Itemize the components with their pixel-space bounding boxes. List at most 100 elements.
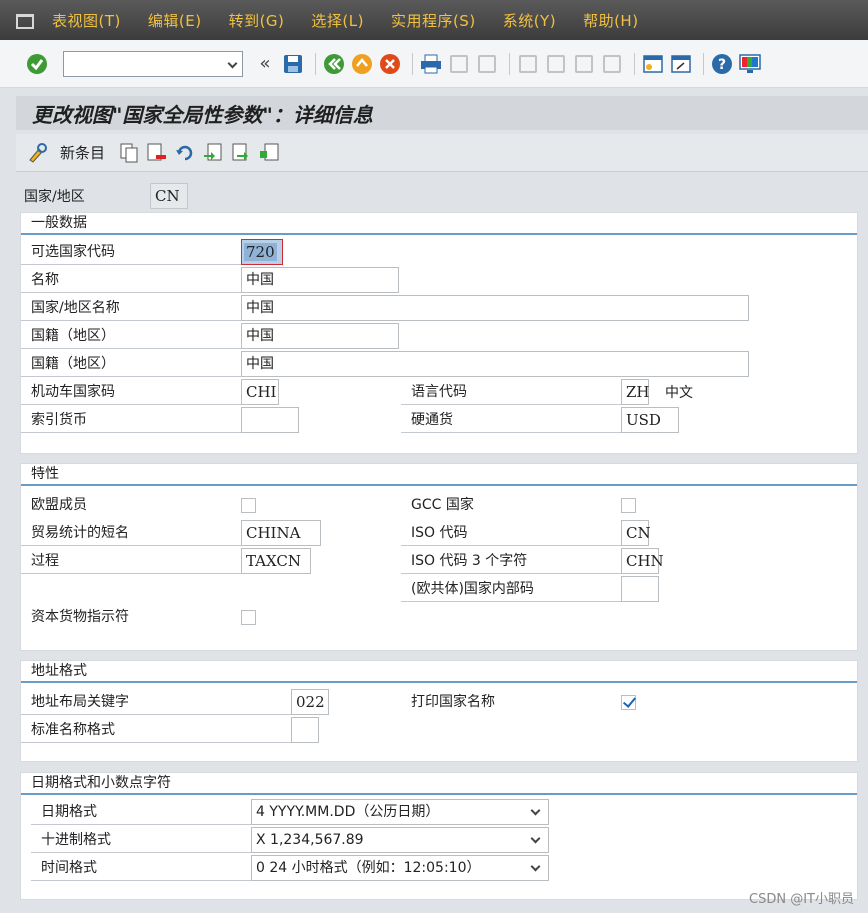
- chevron-down-icon: [530, 861, 541, 872]
- page-title: 更改视图"国家全局性参数"：详细信息: [32, 102, 373, 127]
- nationality-long-field[interactable]: 中国: [241, 351, 749, 377]
- collapse-icon[interactable]: «: [253, 52, 277, 76]
- toolbar-divider: [703, 52, 704, 75]
- print-country-label: 打印国家名称: [411, 694, 495, 710]
- toolbar-divider: [315, 52, 316, 75]
- country-key-row: 国家/地区 CN: [16, 183, 188, 209]
- gcc-row: GCC 国家: [401, 492, 636, 518]
- last-page-icon[interactable]: [600, 52, 624, 76]
- menu-utilities[interactable]: 实用程序(S): [391, 10, 476, 31]
- time-format-label: 时间格式: [31, 855, 251, 881]
- nationality-field[interactable]: 中国: [241, 323, 399, 349]
- first-page-icon[interactable]: [516, 52, 540, 76]
- layout-key-label: 地址布局关键字: [21, 689, 291, 715]
- country-name-field[interactable]: 中国: [241, 295, 749, 321]
- nationality-long-label: 国籍（地区）: [21, 351, 241, 377]
- cancel-icon[interactable]: [378, 52, 402, 76]
- save-icon[interactable]: [281, 52, 305, 76]
- procedure-field[interactable]: TAXCN: [241, 548, 311, 574]
- back-icon[interactable]: [322, 52, 346, 76]
- eu-member-checkbox[interactable]: [241, 497, 256, 513]
- menu-selection[interactable]: 选择(L): [311, 10, 364, 31]
- vehicle-code-label: 机动车国家码: [21, 379, 241, 405]
- layout-key-row: 地址布局关键字 022: [21, 689, 329, 715]
- toolbar-divider: [634, 52, 635, 75]
- customize-layout-icon[interactable]: [738, 52, 762, 76]
- hard-currency-field[interactable]: USD: [621, 407, 679, 433]
- layout-key-field[interactable]: 022: [291, 689, 329, 715]
- std-name-row: 标准名称格式: [21, 717, 319, 743]
- menu-edit[interactable]: 编辑(E): [148, 10, 202, 31]
- eu-code-field[interactable]: [621, 576, 659, 602]
- find-icon[interactable]: [447, 52, 471, 76]
- next-page-icon[interactable]: [572, 52, 596, 76]
- properties-title: 特性: [21, 464, 857, 486]
- iso3-field[interactable]: CHN: [621, 548, 664, 574]
- exit-icon[interactable]: [350, 52, 374, 76]
- general-data-group: 一般数据 可选国家代码 720 名称 中国 国家/地区名称 中国 国籍（地区） …: [20, 212, 858, 454]
- trade-name-field[interactable]: CHINA: [241, 520, 321, 546]
- std-name-label: 标准名称格式: [21, 717, 291, 743]
- date-format-select[interactable]: 4 YYYY.MM.DD（公历日期）: [251, 799, 549, 825]
- help-icon[interactable]: ?: [710, 52, 734, 76]
- command-field[interactable]: [63, 50, 243, 77]
- language-field[interactable]: ZH: [621, 379, 650, 405]
- decimal-format-row: 十进制格式 X 1,234,567.89: [31, 827, 549, 853]
- index-currency-field[interactable]: [241, 407, 299, 433]
- name-label: 名称: [21, 267, 241, 293]
- country-name-row: 国家/地区名称 中国: [21, 295, 749, 321]
- properties-group: 特性 欧盟成员 GCC 国家 贸易统计的短名 CHINA ISO 代码 CN 过…: [20, 463, 858, 651]
- toolbar-divider: [509, 52, 510, 75]
- previous-page-icon[interactable]: [544, 52, 568, 76]
- undo-icon[interactable]: [173, 141, 197, 165]
- alt-code-field[interactable]: 720: [241, 239, 283, 265]
- delete-icon[interactable]: [145, 141, 169, 165]
- standard-toolbar: « ?: [0, 40, 868, 88]
- new-entries-button[interactable]: 新条目: [60, 142, 105, 163]
- shortcut-icon[interactable]: [669, 52, 693, 76]
- iso-code-field[interactable]: CN: [621, 520, 651, 546]
- menu-system[interactable]: 系统(Y): [503, 10, 556, 31]
- enter-icon[interactable]: [25, 52, 49, 76]
- previous-entry-icon[interactable]: [201, 141, 225, 165]
- svg-text:?: ?: [718, 57, 726, 73]
- iso-code-row: ISO 代码 CN: [401, 520, 651, 546]
- menu-table-view[interactable]: 表视图(T): [52, 10, 121, 31]
- vehicle-code-field[interactable]: CHI: [241, 379, 279, 405]
- title-bar: 更改视图"国家全局性参数"：详细信息: [16, 96, 868, 130]
- index-currency-row: 索引货币: [21, 407, 299, 433]
- nationality-label: 国籍（地区）: [21, 323, 241, 349]
- display-change-icon[interactable]: [26, 141, 50, 165]
- system-menu-icon[interactable]: [14, 12, 34, 29]
- date-format-label: 日期格式: [31, 799, 251, 825]
- copy-as-icon[interactable]: [117, 141, 141, 165]
- menu-help[interactable]: 帮助(H): [583, 10, 638, 31]
- decimal-format-select[interactable]: X 1,234,567.89: [251, 827, 549, 853]
- print-icon[interactable]: [419, 52, 443, 76]
- print-country-row: 打印国家名称: [401, 689, 636, 715]
- capital-goods-row: 资本货物指示符: [21, 604, 256, 630]
- menu-goto[interactable]: 转到(G): [229, 10, 285, 31]
- capital-goods-checkbox[interactable]: [241, 609, 256, 625]
- chevron-down-icon[interactable]: [227, 58, 238, 68]
- eu-code-label: (欧共体)国家内部码: [401, 576, 621, 602]
- eu-code-row: (欧共体)国家内部码: [401, 576, 659, 602]
- trade-name-row: 贸易统计的短名 CHINA: [21, 520, 321, 546]
- chevron-down-icon: [530, 805, 541, 816]
- select-all-icon[interactable]: [257, 141, 281, 165]
- time-format-row: 时间格式 0 24 小时格式（例如：12:05:10）: [31, 855, 549, 881]
- time-format-select[interactable]: 0 24 小时格式（例如：12:05:10）: [251, 855, 549, 881]
- date-format-row: 日期格式 4 YYYY.MM.DD（公历日期）: [31, 799, 549, 825]
- new-session-icon[interactable]: [641, 52, 665, 76]
- print-country-checkbox[interactable]: [621, 694, 636, 710]
- address-format-title: 地址格式: [21, 661, 857, 683]
- hard-currency-label: 硬通货: [401, 407, 621, 433]
- find-next-icon[interactable]: [475, 52, 499, 76]
- gcc-checkbox[interactable]: [621, 497, 636, 513]
- country-name-label: 国家/地区名称: [21, 295, 241, 321]
- name-field[interactable]: 中国: [241, 267, 399, 293]
- nationality-row: 国籍（地区） 中国: [21, 323, 399, 349]
- std-name-field[interactable]: [291, 717, 319, 743]
- next-entry-icon[interactable]: [229, 141, 253, 165]
- general-data-title: 一般数据: [21, 213, 857, 235]
